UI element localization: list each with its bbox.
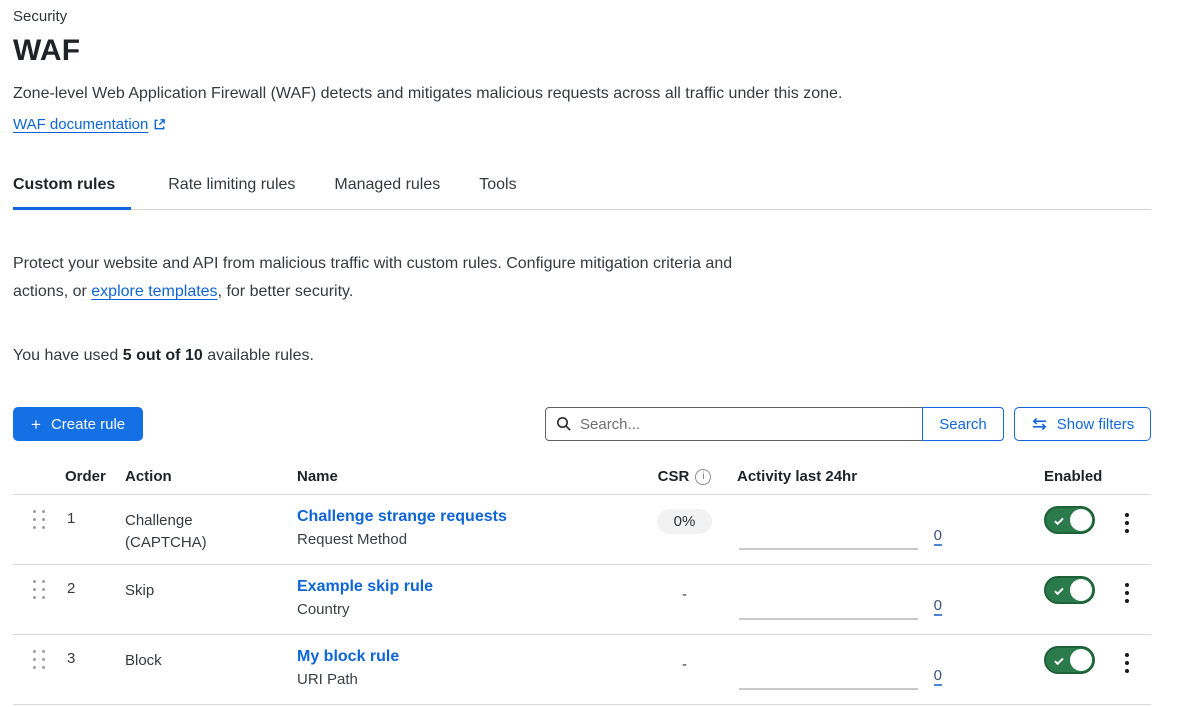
table-row: 1 Challenge (CAPTCHA) Challenge strange … [13,495,1151,565]
usage-count: 5 out of 10 [123,347,203,364]
rule-action: Challenge (CAPTCHA) [125,495,297,564]
search-icon [556,416,572,432]
header-action: Action [125,468,297,494]
rule-action: Block [125,635,297,704]
check-icon [1053,655,1065,667]
toggle-knob [1070,579,1092,601]
kebab-menu-button[interactable] [1119,581,1135,634]
rule-order: 3 [65,635,125,704]
kebab-menu-button[interactable] [1119,511,1135,564]
header-enabled: Enabled [942,468,1103,494]
toggle-knob [1070,649,1092,671]
rule-action: Skip [125,565,297,634]
rule-name-link[interactable]: Challenge strange requests [297,508,507,525]
header-activity: Activity last 24hr [737,468,942,494]
toolbar: + Create rule Search Show filters [13,407,1151,441]
search-input[interactable] [580,416,912,433]
tab-custom-rules[interactable]: Custom rules [13,172,131,210]
toggle-knob [1070,509,1092,531]
intro-text-after: , for better security. [218,283,354,300]
tab-bar: Custom rules Rate limiting rules Managed… [13,172,1151,210]
table-row: 3 Block My block rule URI Path - 0 [13,635,1151,705]
page-description: Zone-level Web Application Firewall (WAF… [13,85,1151,103]
page-title: WAF [13,34,1151,68]
show-filters-button[interactable]: Show filters [1014,407,1151,441]
csr-value: - [682,656,687,673]
search-group: Search [545,407,1004,441]
create-rule-button[interactable]: + Create rule [13,407,143,441]
waf-page: Security WAF Zone-level Web Application … [0,0,1164,705]
drag-handle-icon[interactable] [31,578,47,598]
header-menu-spacer [1103,485,1151,494]
show-filters-label: Show filters [1057,416,1135,433]
kebab-menu-button[interactable] [1119,651,1135,704]
waf-documentation-label: WAF documentation [13,116,148,133]
explore-templates-link[interactable]: explore templates [91,283,217,300]
filters-swap-icon [1031,417,1048,431]
tab-managed-rules[interactable]: Managed rules [334,172,442,210]
rule-expression-field: URI Path [297,671,632,688]
tab-rate-limiting-rules[interactable]: Rate limiting rules [168,172,297,210]
waf-documentation-link[interactable]: WAF documentation [13,116,166,133]
info-icon[interactable]: i [695,469,711,485]
check-icon [1053,515,1065,527]
usage-suffix: available rules. [203,347,314,364]
header-name: Name [297,468,632,494]
usage-text: You have used 5 out of 10 available rule… [13,347,1151,365]
rule-name-link[interactable]: My block rule [297,648,399,665]
activity-count-link[interactable]: 0 [934,668,942,686]
rule-expression-field: Request Method [297,531,632,548]
rule-name-link[interactable]: Example skip rule [297,578,433,595]
drag-handle-icon[interactable] [31,648,47,668]
rules-table: Order Action Name CSR i Activity last 24… [13,462,1151,705]
csr-value: 0% [657,509,713,534]
header-csr: CSR i [632,468,737,494]
csr-value: - [682,586,687,603]
activity-sparkline [739,548,918,550]
activity-count-link[interactable]: 0 [934,528,942,546]
external-link-icon [153,118,166,135]
enabled-toggle[interactable] [1044,506,1095,534]
table-row: 2 Skip Example skip rule Country - 0 [13,565,1151,635]
enabled-toggle[interactable] [1044,646,1095,674]
activity-sparkline [739,688,918,690]
breadcrumb: Security [13,8,1151,25]
header-csr-label: CSR [658,468,690,485]
activity-sparkline [739,618,918,620]
check-icon [1053,585,1065,597]
plus-icon: + [31,416,41,433]
table-body: 1 Challenge (CAPTCHA) Challenge strange … [13,495,1151,705]
activity-count-link[interactable]: 0 [934,598,942,616]
table-header-row: Order Action Name CSR i Activity last 24… [13,462,1151,495]
rule-expression-field: Country [297,601,632,618]
intro-text: Protect your website and API from malici… [13,250,755,306]
create-rule-label: Create rule [51,416,125,433]
usage-prefix: You have used [13,347,123,364]
header-order: Order [65,468,125,494]
search-button[interactable]: Search [922,407,1004,441]
tab-tools[interactable]: Tools [479,172,518,210]
rule-order: 2 [65,565,125,634]
header-spacer [13,485,65,494]
rule-order: 1 [65,495,125,564]
search-box [545,407,923,441]
enabled-toggle[interactable] [1044,576,1095,604]
drag-handle-icon[interactable] [31,508,47,528]
